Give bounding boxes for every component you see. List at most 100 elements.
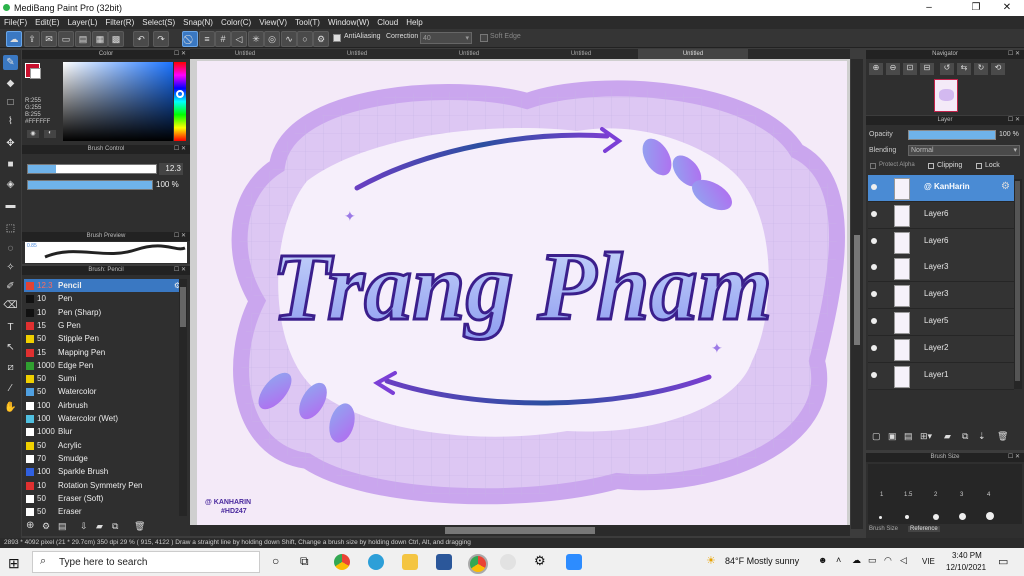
tab-brush-size[interactable]: Brush Size bbox=[869, 526, 898, 532]
clock-date[interactable]: 12/10/2021 bbox=[946, 563, 986, 572]
antialias-checkbox[interactable] bbox=[333, 34, 341, 42]
fill-tool-icon[interactable]: ◈ bbox=[3, 177, 18, 192]
layer-visibility-icon[interactable] bbox=[871, 318, 877, 324]
brush-size-option-1-5[interactable]: 1.5 bbox=[904, 492, 912, 498]
select-tool-icon[interactable]: ⬚ bbox=[3, 221, 18, 236]
chrome-profile-icon[interactable] bbox=[468, 554, 488, 574]
layer-visibility-icon[interactable] bbox=[871, 264, 877, 271]
menu-select[interactable]: Select(S) bbox=[138, 16, 179, 29]
wifi-icon[interactable]: ◠ bbox=[884, 555, 892, 566]
zoom-icon[interactable] bbox=[566, 554, 582, 570]
task-view-icon[interactable]: ⧉ bbox=[300, 554, 309, 569]
tab-untitled-1[interactable]: Untitled bbox=[190, 49, 300, 59]
layer-visibility-icon[interactable] bbox=[871, 344, 877, 351]
new-layer-icon[interactable]: ▢ bbox=[872, 431, 881, 442]
correction-select[interactable]: 40 ▾ bbox=[420, 32, 472, 44]
layer-visibility-icon[interactable] bbox=[871, 210, 877, 217]
brush-item[interactable]: 100 Sparkle Brush bbox=[24, 465, 184, 478]
gradient-tool-icon[interactable]: ▬ bbox=[3, 198, 18, 213]
people-icon[interactable]: ☻ bbox=[818, 555, 827, 565]
brush-delete-icon[interactable]: 🗑 bbox=[134, 521, 145, 532]
note-icon[interactable]: ▭ bbox=[58, 31, 74, 47]
brush-settings-icon[interactable]: ⚙ bbox=[42, 521, 50, 532]
brush-item[interactable]: 15 G Pen bbox=[24, 319, 184, 332]
weather-text[interactable]: 84°F Mostly sunny bbox=[725, 556, 799, 566]
divide-tool-icon[interactable]: ⧄ bbox=[3, 360, 18, 375]
eraser-tool-icon[interactable]: ◆ bbox=[3, 76, 18, 91]
delete-layer-icon[interactable]: 🗑 bbox=[997, 431, 1008, 442]
battery-icon[interactable]: ▭ bbox=[868, 555, 877, 566]
brush-item[interactable]: 100 Watercolor (Wet) bbox=[24, 412, 184, 425]
layer-row[interactable]: @ KanHarin ⚙ bbox=[868, 175, 1014, 202]
brush-item[interactable]: 50 Eraser bbox=[24, 505, 184, 518]
shape-tool-icon[interactable]: ■ bbox=[3, 157, 18, 172]
layer-settings-gear-icon[interactable]: ⚙ bbox=[1001, 181, 1010, 192]
menu-help[interactable]: Help bbox=[402, 16, 426, 29]
select-eraser-icon[interactable]: ⌫ bbox=[3, 298, 18, 313]
layer-add-menu-icon[interactable]: ⊞▾ bbox=[920, 431, 932, 442]
brush-dot-xxlarge[interactable] bbox=[986, 512, 994, 520]
menu-filter[interactable]: Filter(R) bbox=[101, 16, 138, 29]
canvas-vertical-scrollbar[interactable] bbox=[851, 59, 863, 529]
layer-row[interactable]: Layer1 bbox=[868, 362, 1014, 390]
tab-untitled-3[interactable]: Untitled bbox=[414, 49, 524, 59]
brush-item[interactable]: 50 Watercolor bbox=[24, 385, 184, 398]
soft-edge-checkbox[interactable] bbox=[480, 34, 488, 42]
lasso-tool-icon[interactable]: ◌ bbox=[3, 241, 18, 256]
brush-item[interactable]: 50 Eraser (Soft) bbox=[24, 492, 184, 505]
taskbar-search-box[interactable]: ⌕ Type here to search bbox=[32, 551, 260, 573]
history-icon[interactable]: ◐ bbox=[44, 130, 56, 138]
layer-folder-icon[interactable]: ▰ bbox=[944, 431, 951, 442]
brush-item[interactable]: 50 Sumi bbox=[24, 372, 184, 385]
brush-import-icon[interactable]: ⇩ bbox=[80, 521, 88, 532]
reset-rotation-icon[interactable]: ⟲ bbox=[991, 63, 1005, 75]
language-indicator[interactable]: VIE bbox=[922, 557, 935, 566]
move-tool-icon[interactable]: ✥ bbox=[3, 136, 18, 151]
menu-layer[interactable]: Layer(L) bbox=[64, 16, 102, 29]
edge-icon[interactable] bbox=[368, 554, 384, 570]
layer-visibility-icon[interactable] bbox=[871, 184, 877, 190]
maximize-button[interactable]: ❐ bbox=[962, 1, 990, 15]
redo-icon[interactable]: ↷ bbox=[153, 31, 169, 47]
brush-item[interactable]: 100 Airbrush bbox=[24, 399, 184, 412]
add-brush-icon[interactable]: ⊕ bbox=[26, 520, 34, 531]
layer-row[interactable]: Layer2 bbox=[868, 335, 1014, 363]
magic-wand-icon[interactable]: ✧ bbox=[3, 260, 18, 275]
brush-export-icon[interactable]: ⧉ bbox=[112, 521, 118, 532]
brush-size-option-3[interactable]: 3 bbox=[960, 492, 963, 498]
rotate-right-icon[interactable]: ↻ bbox=[974, 63, 988, 75]
layer-row[interactable]: Layer6 bbox=[868, 228, 1014, 256]
brush-dot-small[interactable] bbox=[879, 516, 882, 519]
onedrive-icon[interactable]: ☁ bbox=[852, 555, 861, 566]
hand-tool-icon[interactable]: ✋ bbox=[3, 400, 18, 415]
hue-slider[interactable] bbox=[174, 62, 186, 141]
concentric-snap-icon[interactable]: ◎ bbox=[264, 31, 280, 47]
tab-untitled-4[interactable]: Untitled bbox=[526, 49, 636, 59]
brush-size-slider[interactable] bbox=[27, 164, 157, 174]
layer-icon[interactable]: ▦ bbox=[92, 31, 108, 47]
curve-snap-icon[interactable]: ∿ bbox=[281, 31, 297, 47]
brush-item[interactable]: 1000 Edge Pen bbox=[24, 359, 184, 372]
actual-size-icon[interactable]: ⊟ bbox=[920, 63, 934, 75]
menu-view[interactable]: View(V) bbox=[255, 16, 291, 29]
menu-cloud[interactable]: Cloud bbox=[373, 16, 402, 29]
brush-item[interactable]: 10 Rotation Symmetry Pen bbox=[24, 479, 184, 492]
background-color-swatch[interactable] bbox=[30, 68, 41, 79]
brush-item[interactable]: 10 Pen (Sharp) bbox=[24, 306, 184, 319]
rectangle-tool-icon[interactable]: □ bbox=[3, 95, 18, 110]
layer-row[interactable]: Layer6 bbox=[868, 201, 1014, 229]
brush-size-value[interactable]: 12.3 bbox=[159, 163, 183, 175]
brush-folder-icon[interactable]: ▰ bbox=[96, 521, 103, 532]
brush-item[interactable]: 10 Pen bbox=[24, 292, 184, 305]
brush-dot-xlarge[interactable] bbox=[959, 513, 966, 520]
layer-list-scrollbar[interactable] bbox=[1013, 179, 1022, 389]
chrome-icon[interactable] bbox=[334, 554, 350, 570]
layer-visibility-icon[interactable] bbox=[871, 237, 877, 244]
blending-select[interactable]: Normal ▾ bbox=[908, 145, 1020, 156]
flip-icon[interactable]: ⇆ bbox=[957, 63, 971, 75]
menu-snap[interactable]: Snap(N) bbox=[179, 16, 217, 29]
layer-row[interactable]: Layer3 bbox=[868, 255, 1014, 283]
zoom-in-icon[interactable]: ⊕ bbox=[869, 63, 883, 75]
tab-untitled-5[interactable]: Untitled bbox=[638, 49, 748, 59]
pen-tool-icon[interactable]: ✎ bbox=[3, 55, 18, 70]
